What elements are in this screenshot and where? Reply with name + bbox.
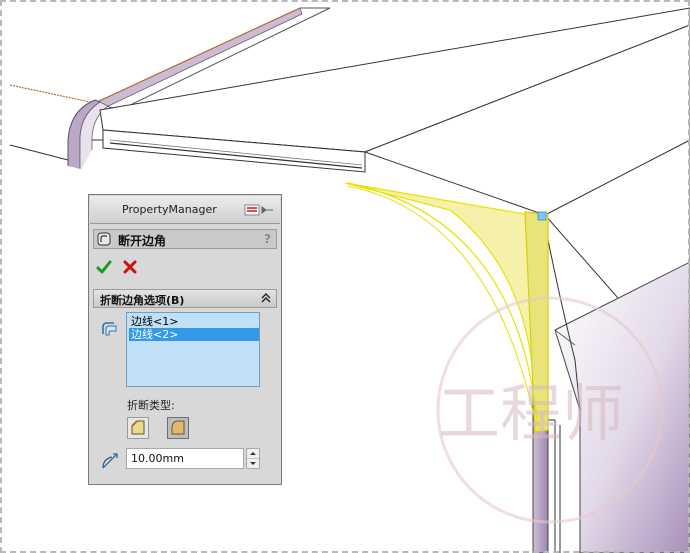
screenshot-border: [0, 0, 690, 553]
